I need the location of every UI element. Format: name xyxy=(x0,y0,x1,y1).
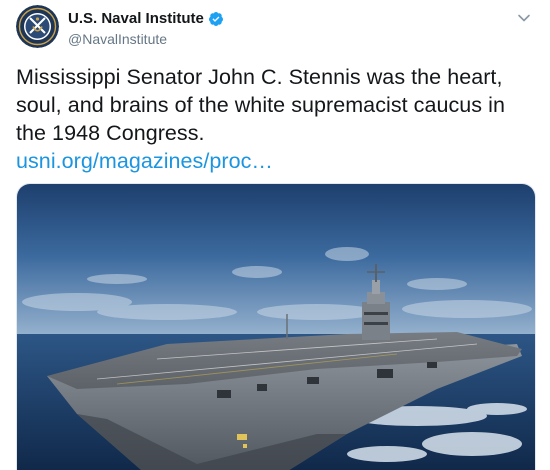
article-link[interactable]: usni.org/magazines/proc… xyxy=(16,147,541,175)
tweet-text-line: soul, and brains of the white supremacis… xyxy=(16,93,505,117)
tweet-card: U.S. Naval Institute @NavalInstitute Mis… xyxy=(0,0,550,470)
account-handle[interactable]: @NavalInstitute xyxy=(68,30,510,48)
chevron-down-icon[interactable] xyxy=(516,10,532,26)
verified-badge-icon xyxy=(208,11,224,27)
tweet-header: U.S. Naval Institute @NavalInstitute xyxy=(68,10,510,48)
media-photo[interactable] xyxy=(16,183,536,470)
tweet-text: Mississippi Senator John C. Stennis was … xyxy=(16,63,541,175)
tweet-text-line: the 1948 Congress. xyxy=(16,121,205,145)
account-name-row[interactable]: U.S. Naval Institute xyxy=(68,10,510,28)
aircraft-carrier-photo xyxy=(17,184,535,470)
naval-institute-seal-icon xyxy=(16,5,59,48)
avatar[interactable] xyxy=(16,5,59,48)
tweet-text-line: Mississippi Senator John C. Stennis was … xyxy=(16,65,503,89)
display-name[interactable]: U.S. Naval Institute xyxy=(68,10,204,28)
